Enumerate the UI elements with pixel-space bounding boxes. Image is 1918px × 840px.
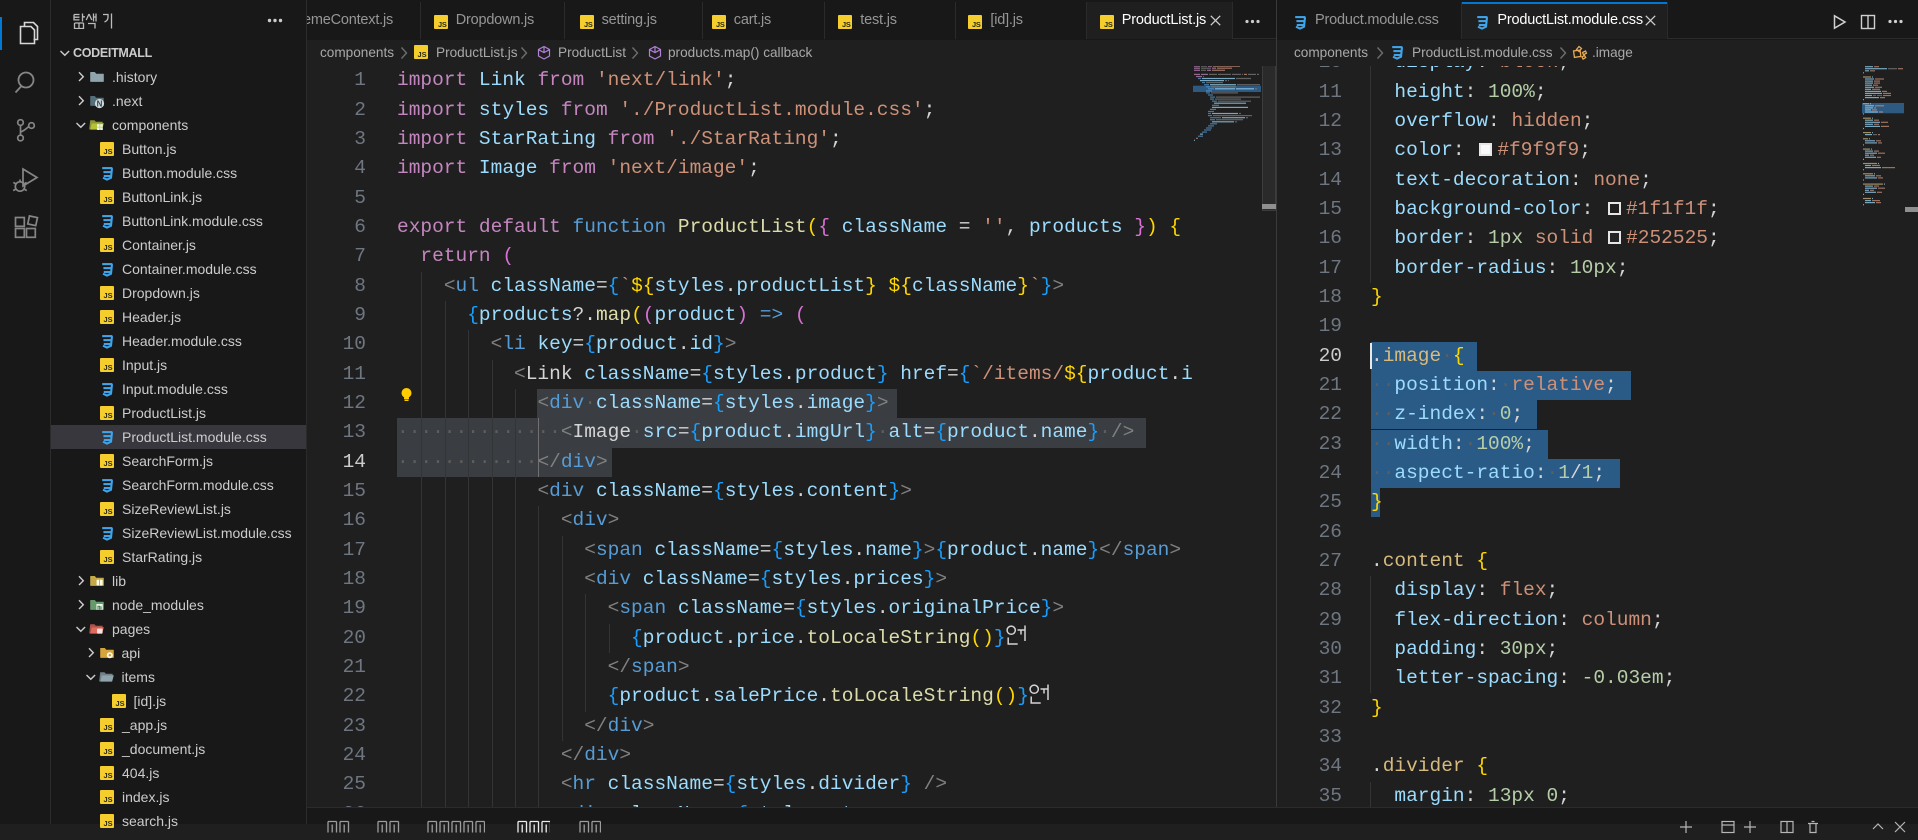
svg-text:JS: JS <box>104 363 113 372</box>
svg-text:JS: JS <box>104 243 113 252</box>
svg-text:JS: JS <box>104 459 113 468</box>
svg-text:JS: JS <box>104 723 113 732</box>
svg-text:JS: JS <box>115 699 124 708</box>
svg-text:JS: JS <box>1104 20 1113 29</box>
svg-text:JS: JS <box>104 795 113 804</box>
svg-text:JS: JS <box>418 50 427 59</box>
svg-text:JS: JS <box>104 819 113 828</box>
svg-text:JS: JS <box>104 315 113 324</box>
svg-text:JS: JS <box>842 20 851 29</box>
svg-text:JS: JS <box>104 147 113 156</box>
svg-text:JS: JS <box>104 411 113 420</box>
svg-text:JS: JS <box>438 20 447 29</box>
svg-text:N: N <box>97 100 103 109</box>
svg-text:JS: JS <box>104 771 113 780</box>
svg-text:JS: JS <box>584 20 593 29</box>
svg-text:JS: JS <box>104 507 113 516</box>
svg-text:JS: JS <box>104 291 113 300</box>
svg-text:JS: JS <box>104 195 113 204</box>
svg-text:JS: JS <box>104 555 113 564</box>
svg-text:JS: JS <box>716 20 725 29</box>
svg-text:JS: JS <box>972 20 981 29</box>
svg-text:JS: JS <box>104 747 113 756</box>
